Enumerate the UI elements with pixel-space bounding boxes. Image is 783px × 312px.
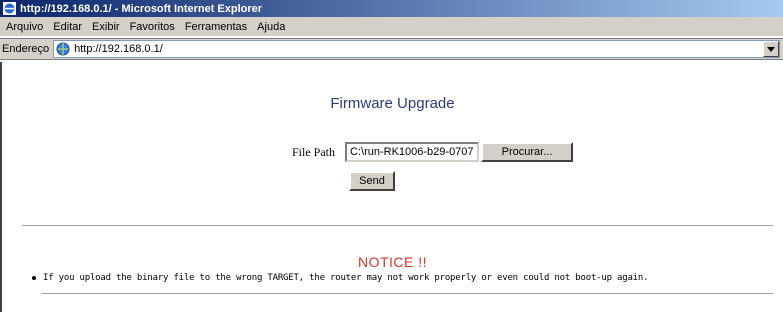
browser-window: http://192.168.0.1/ - Microsoft Internet…	[0, 0, 783, 312]
menu-bar: Arquivo Editar Exibir Favoritos Ferramen…	[0, 17, 783, 37]
file-path-input[interactable]: C:\run-RK1006-b29-0707	[345, 142, 480, 162]
divider	[42, 293, 773, 294]
menu-arquivo[interactable]: Arquivo	[3, 21, 50, 33]
page-title: Firmware Upgrade	[330, 95, 455, 112]
menu-editar[interactable]: Editar	[50, 21, 89, 33]
menu-exibir[interactable]: Exibir	[89, 21, 127, 33]
send-button[interactable]: Send	[349, 171, 395, 191]
browse-button[interactable]: Procurar...	[481, 142, 574, 162]
ie-icon	[3, 2, 16, 15]
menu-ferramentas[interactable]: Ferramentas	[182, 21, 254, 33]
address-label: Endereço	[2, 43, 50, 55]
notice-title: NOTICE !!	[357, 254, 428, 270]
address-bar: Endereço http://192.168.0.1/	[0, 38, 783, 60]
globe-icon	[56, 42, 70, 56]
address-field[interactable]: http://192.168.0.1/	[53, 40, 780, 58]
file-path-label: File Path	[292, 144, 336, 159]
notice-item: If you upload the binary file to the wro…	[32, 273, 649, 283]
notice-text: If you upload the binary file to the wro…	[43, 273, 649, 283]
file-path-row: File Path C:\run-RK1006-b29-0707 Procura…	[292, 142, 574, 162]
divider	[22, 225, 773, 227]
address-url[interactable]: http://192.168.0.1/	[74, 43, 763, 55]
chevron-down-icon[interactable]	[763, 41, 779, 57]
title-bar: http://192.168.0.1/ - Microsoft Internet…	[0, 0, 783, 17]
window-title: http://192.168.0.1/ - Microsoft Internet…	[20, 2, 263, 15]
menu-favoritos[interactable]: Favoritos	[127, 21, 182, 33]
page-content: Firmware Upgrade File Path C:\run-RK1006…	[0, 62, 783, 312]
bullet-icon	[32, 275, 36, 280]
menu-ajuda[interactable]: Ajuda	[254, 21, 292, 33]
